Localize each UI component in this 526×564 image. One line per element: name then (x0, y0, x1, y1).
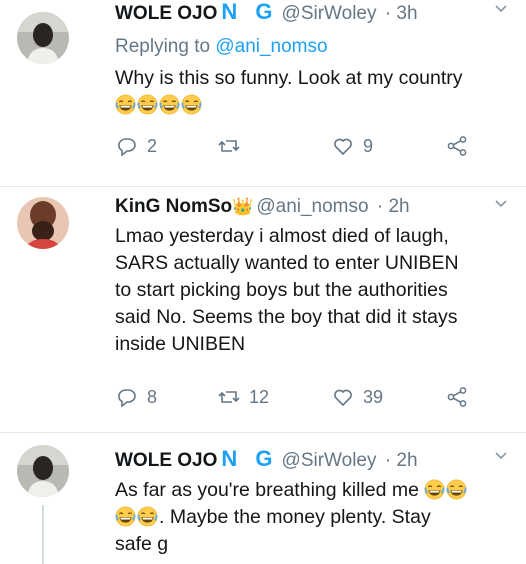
laughing-emoji-icon (115, 506, 136, 527)
tweet-actions: 8 12 39 (115, 385, 495, 413)
share-icon (447, 387, 467, 407)
tweet-text-span: . Maybe the money plenty. Stay (159, 506, 431, 528)
share-icon (447, 136, 467, 156)
retweet-button[interactable] (217, 134, 249, 158)
tweet-text-line: SARS actually wanted to enter UNIBEN (115, 252, 459, 274)
tweet-content: WOLE OJO N G @SirWoley · 3h Replying to @a… (115, 0, 510, 119)
tweet-actions: 2 9 (115, 134, 495, 162)
name-suffix: N G (221, 446, 279, 471)
tweet-text: As far as you're breathing killed me . M… (115, 477, 510, 558)
tweet-header: WOLE OJO N G @SirWoley · 3h (115, 0, 510, 26)
tweet-text: Lmao yesterday i almost died of laugh, S… (115, 223, 510, 358)
name-suffix: 👑 (232, 197, 254, 216)
replying-mention[interactable]: @ani_nomso (215, 36, 327, 57)
tweet-1[interactable]: WOLE OJO N G @SirWoley · 3h Replying to @a… (0, 0, 526, 185)
tweet-3[interactable]: WOLE OJO N G @SirWoley · 2h As far as you'… (0, 433, 526, 564)
tweet-text-span: As far as you're breathing killed me (115, 479, 419, 501)
user-handle[interactable]: @SirWoley (282, 3, 377, 24)
retweet-button[interactable]: 12 (217, 385, 269, 409)
tweet-text-line: Why is this so funny. Look at my country (115, 67, 463, 89)
reply-icon (118, 138, 136, 157)
replying-to: Replying to @ani_nomso (115, 34, 510, 60)
tweet-text-line: said No. Seems the boy that did it stays (115, 306, 458, 328)
tweet-text-line: Lmao yesterday i almost died of laugh, (115, 225, 449, 247)
name-suffix: N G (221, 0, 279, 24)
tweet-header: KinG NomSo👑 @ani_nomso · 2h (115, 195, 510, 219)
laughing-emoji-icon (446, 479, 467, 500)
chevron-down-icon[interactable] (494, 197, 508, 211)
display-name[interactable]: WOLE OJO (115, 450, 217, 471)
share-button[interactable] (445, 385, 477, 409)
laughing-emoji-icon (137, 506, 158, 527)
laughing-emoji-icon (115, 94, 136, 115)
display-name[interactable]: WOLE OJO (115, 3, 217, 24)
like-count: 39 (363, 386, 384, 407)
reply-button[interactable]: 8 (115, 385, 157, 409)
retweet-icon (218, 391, 240, 403)
chevron-down-icon[interactable] (494, 2, 508, 16)
avatar[interactable] (17, 445, 69, 497)
laughing-emoji-icon (181, 94, 202, 115)
heart-icon (334, 389, 352, 407)
reply-icon (118, 389, 136, 408)
like-button[interactable]: 39 (331, 385, 383, 409)
laughing-emoji-icon (424, 479, 445, 500)
retweet-icon (218, 140, 240, 152)
tweet-header: WOLE OJO N G @SirWoley · 2h (115, 447, 510, 473)
like-button[interactable]: 9 (331, 134, 373, 158)
retweet-count: 12 (249, 386, 270, 407)
laughing-emoji-icon (159, 94, 180, 115)
tweet-text-line: inside UNIBEN (115, 333, 246, 355)
tweet-text-line: to start picking boys but the authoritie… (115, 279, 448, 301)
like-count: 9 (363, 135, 374, 156)
reply-button[interactable]: 2 (115, 134, 157, 158)
tweet-text-line: safe g (115, 533, 169, 555)
avatar[interactable] (17, 12, 69, 64)
tweet-2[interactable]: KinG NomSo👑 @ani_nomso · 2h Lmao yesterda… (0, 187, 526, 430)
heart-icon (334, 138, 352, 156)
reply-count: 2 (147, 135, 158, 156)
display-name[interactable]: KinG NomSo (115, 196, 232, 217)
tweet-text-line: . Maybe the money plenty. Stay (115, 504, 510, 531)
tweet-content: KinG NomSo👑 @ani_nomso · 2h Lmao yesterda… (115, 195, 510, 358)
tweet-text: Why is this so funny. Look at my country (115, 65, 510, 119)
timestamp[interactable]: · 2h (377, 196, 410, 217)
tweet-content: WOLE OJO N G @SirWoley · 2h As far as you'… (115, 447, 510, 558)
replying-label: Replying to (115, 36, 211, 57)
timestamp[interactable]: · 3h (385, 3, 418, 24)
emoji-row (115, 92, 510, 119)
thread-line (42, 505, 44, 564)
tweet-text-line: As far as you're breathing killed me (115, 477, 510, 504)
laughing-emoji-icon (137, 94, 158, 115)
user-handle[interactable]: @ani_nomso (256, 196, 368, 217)
chevron-down-icon[interactable] (494, 449, 508, 463)
reply-count: 8 (147, 386, 158, 407)
share-button[interactable] (445, 134, 477, 158)
avatar[interactable] (17, 197, 69, 249)
timestamp[interactable]: · 2h (385, 450, 418, 471)
user-handle[interactable]: @SirWoley (282, 450, 377, 471)
